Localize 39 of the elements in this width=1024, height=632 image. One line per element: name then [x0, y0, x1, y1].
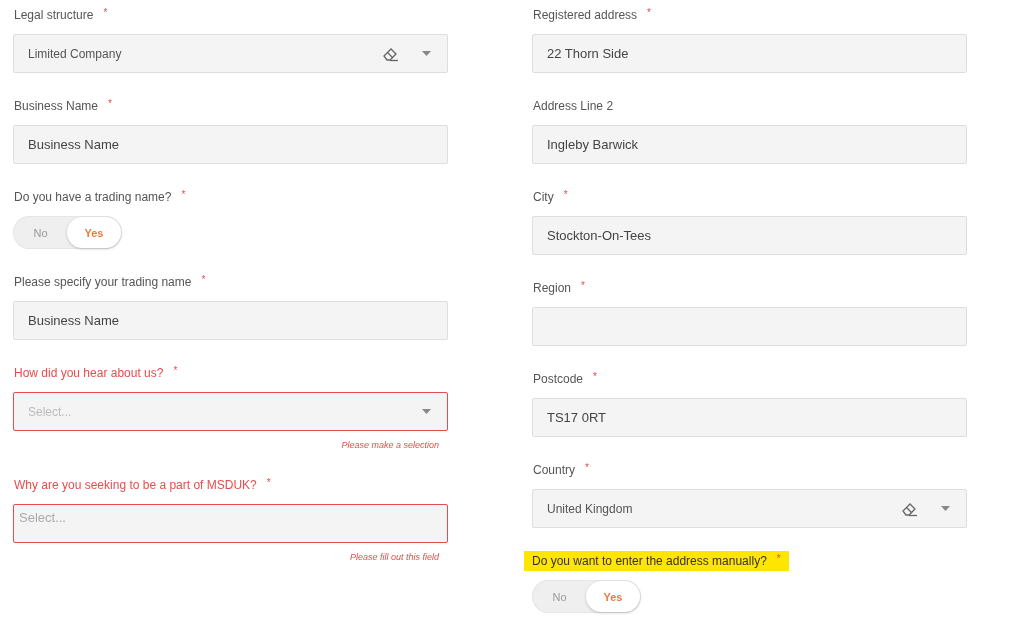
text-input[interactable]: Ingleby Barwick [532, 125, 967, 164]
field-label: Please specify your trading name [14, 275, 192, 289]
required-mark: * [581, 280, 585, 291]
required-mark: * [563, 189, 568, 200]
text-input[interactable]: 22 Thorn Side [532, 34, 967, 73]
required-mark: * [173, 365, 178, 376]
caret-icon[interactable] [422, 51, 431, 56]
required-mark: * [776, 553, 781, 564]
required-mark: * [593, 371, 597, 382]
field-label: Registered address [533, 8, 638, 22]
required-mark: * [585, 462, 589, 473]
text-input[interactable]: Business Name [13, 301, 448, 340]
required-mark: * [647, 7, 651, 18]
text-input[interactable]: TS17 0RT [532, 398, 967, 437]
field-label: Legal structure [14, 8, 94, 22]
required-mark: * [181, 189, 186, 200]
error-message: Please make a selection [341, 439, 439, 452]
filled-dropdown[interactable]: United Kingdom [532, 489, 967, 528]
field-label: Do you want to enter the address manually? [532, 554, 767, 568]
field-label: Country [533, 463, 576, 477]
field-label: Region [533, 281, 572, 295]
required-mark: * [108, 98, 112, 109]
field-label: Business Name [14, 99, 99, 113]
text-input[interactable]: Stockton-On-Tees [532, 216, 967, 255]
text-input[interactable] [532, 307, 967, 346]
caret-icon[interactable] [941, 506, 950, 511]
required-mark: * [266, 477, 271, 488]
required-mark: * [201, 274, 206, 285]
field-label: City [533, 190, 554, 204]
field-label: Postcode [533, 372, 584, 386]
field-label: Address Line 2 [533, 99, 614, 113]
field-label: Why are you seeking to be a part of MSDUK? [14, 478, 257, 492]
text-input[interactable]: Business Name [13, 125, 448, 164]
error-message: Please fill out this field [349, 551, 439, 564]
field-label: How did you hear about us? [14, 366, 164, 380]
caret-icon[interactable] [422, 409, 431, 414]
filled-dropdown[interactable]: Limited Company [13, 34, 448, 73]
field-label: Do you have a trading name? [14, 190, 172, 204]
required-mark: * [103, 7, 108, 18]
